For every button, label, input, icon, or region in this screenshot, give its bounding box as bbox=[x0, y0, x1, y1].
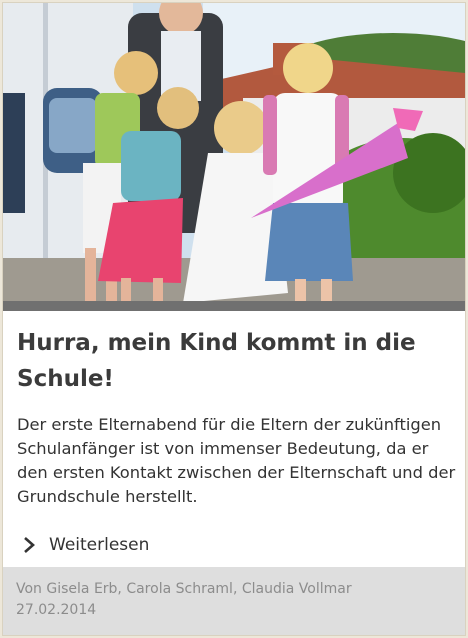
chevron-right-icon bbox=[24, 537, 35, 553]
article-card: Hurra, mein Kind kommt in die Schule! De… bbox=[2, 2, 466, 636]
read-more-label: Weiterlesen bbox=[49, 535, 150, 555]
article-title[interactable]: Hurra, mein Kind kommt in die Schule! bbox=[17, 325, 447, 397]
article-meta: Von Gisela Erb, Carola Schraml, Claudia … bbox=[3, 567, 465, 635]
author-byline: Von Gisela Erb, Carola Schraml, Claudia … bbox=[16, 581, 352, 597]
article-image[interactable] bbox=[3, 3, 465, 311]
read-more-link[interactable]: Weiterlesen bbox=[23, 532, 149, 558]
publish-date: 27.02.2014 bbox=[16, 602, 97, 618]
article-teaser: Der erste Elternabend für die Eltern der… bbox=[17, 415, 456, 506]
